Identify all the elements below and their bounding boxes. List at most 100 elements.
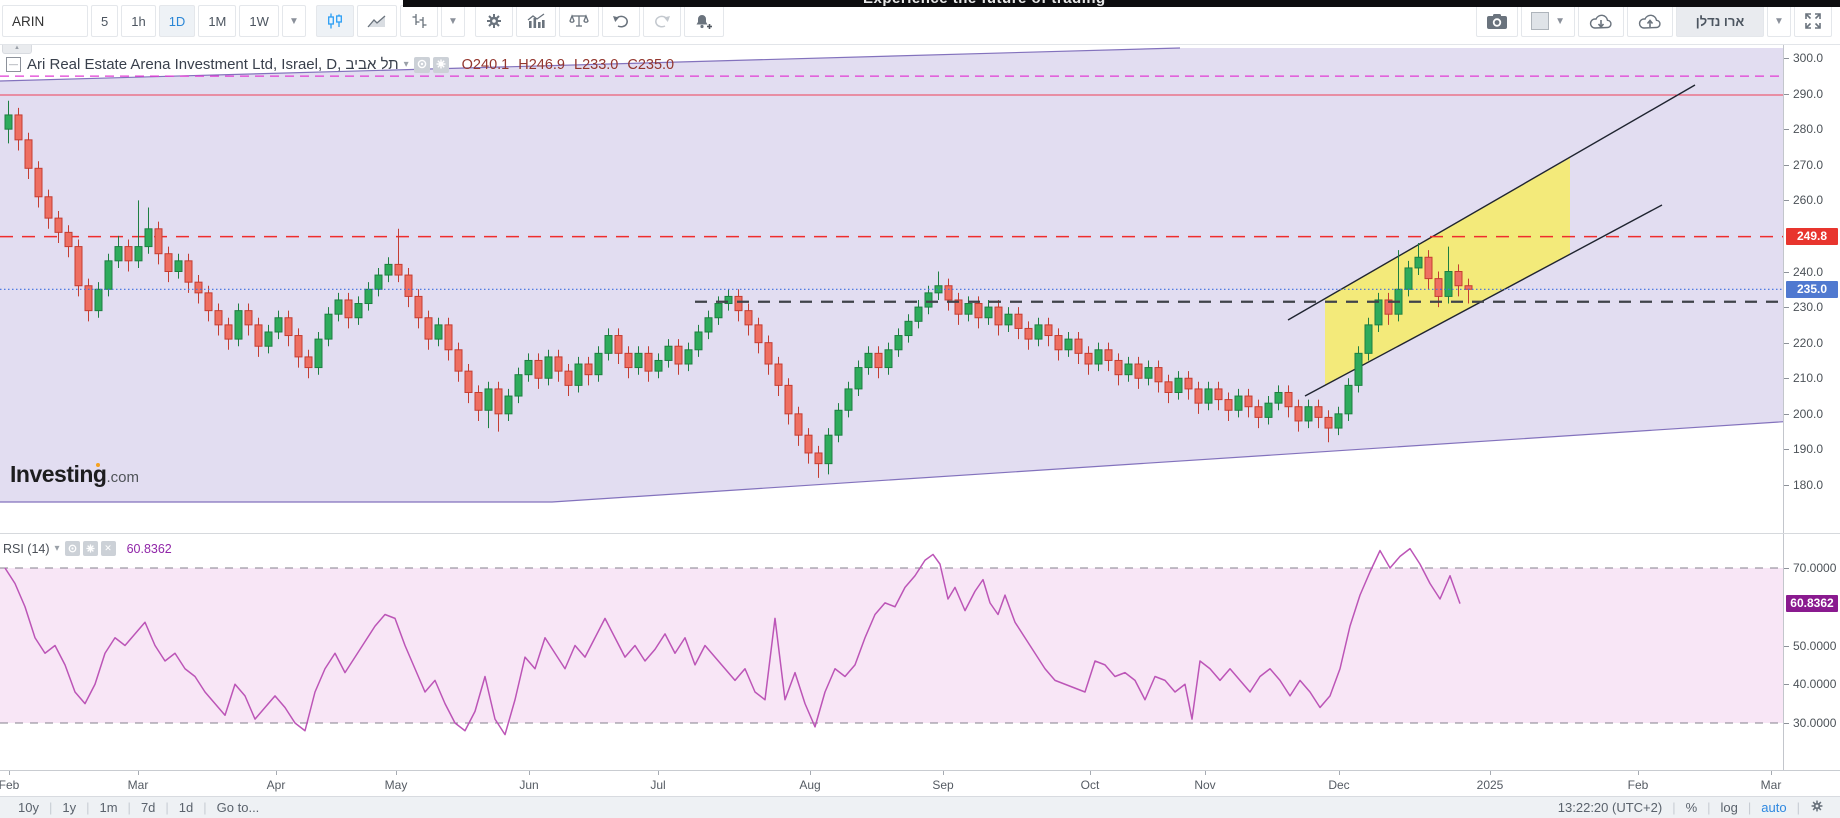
candle-body: [1414, 256, 1423, 269]
candle-body: [1154, 367, 1163, 383]
rsi-settings-button[interactable]: [82, 541, 98, 556]
area-chart-icon: [367, 13, 387, 29]
series-settings-button[interactable]: [432, 56, 449, 73]
price-tick-label: 240.0: [1793, 264, 1824, 279]
bar-style-button[interactable]: [399, 5, 438, 37]
rsi-visibility-button[interactable]: [64, 541, 80, 556]
candle-body: [284, 317, 293, 337]
bottom-toolbar: 10y | 1y | 1m | 7d | 1d | Go to... 13:22:20 (UTC+2…: [0, 796, 1840, 818]
candle-body: [414, 295, 423, 319]
range-button-7d[interactable]: 7d: [131, 800, 165, 815]
range-button-1d[interactable]: 1d: [169, 800, 203, 815]
toolbar-right-group: ▼ ארו נדלן ▼: [1476, 5, 1835, 37]
price-axis[interactable]: 300.0 290.0 280.0 270.0 260.0 240.0 230.0 220.0…: [1783, 44, 1840, 770]
drawing-toolbar-collapse-tab[interactable]: ▲: [2, 44, 32, 54]
time-tick: [943, 771, 944, 775]
candle-body: [1094, 349, 1103, 365]
range-button-1m[interactable]: 1m: [89, 800, 127, 815]
indicators-button[interactable]: [515, 5, 556, 37]
candle-body: [714, 303, 723, 319]
interval-button-1M[interactable]: 1M: [198, 5, 237, 37]
compare-button[interactable]: [558, 5, 599, 37]
rsi-tick-label: 40.0000: [1793, 677, 1837, 692]
toggle-visibility-button[interactable]: [413, 56, 430, 73]
chart-canvas[interactable]: [0, 0, 1840, 817]
add-alert-button[interactable]: [683, 5, 724, 37]
interval-button-5[interactable]: 5: [91, 5, 119, 37]
object-tree-icon[interactable]: —: [6, 57, 21, 72]
time-tick: [658, 771, 659, 775]
saved-chart-name[interactable]: ארו נדלן: [1676, 5, 1764, 37]
rsi-close-button[interactable]: ✕: [100, 541, 116, 556]
candle-body: [904, 320, 913, 337]
candle-body: [1014, 313, 1023, 329]
price-tick-label: 280.0: [1793, 122, 1824, 137]
time-label-Jul: Jul: [650, 778, 666, 792]
time-tick: [1090, 771, 1091, 775]
time-label-Aug: Aug: [799, 778, 821, 792]
percent-scale-toggle[interactable]: %: [1676, 800, 1708, 815]
load-layout-button[interactable]: [1578, 5, 1624, 37]
candle-body: [1224, 399, 1233, 411]
candle-body: [1004, 313, 1013, 326]
interval-group: 5 1h 1D 1M 1W: [91, 5, 282, 37]
candle-body: [874, 352, 883, 369]
style-dropdown-caret[interactable]: ▼: [440, 5, 465, 37]
symbol-input[interactable]: ARIN: [2, 5, 88, 37]
undo-icon: [612, 13, 630, 29]
interval-button-1h[interactable]: 1h: [121, 5, 156, 37]
time-tick: [1771, 771, 1772, 775]
candle-body: [344, 299, 353, 319]
symbol-title[interactable]: Ari Real Estate Arena Investment Ltd, Is…: [27, 56, 399, 73]
candle-body: [304, 356, 313, 369]
candle-body: [624, 352, 633, 369]
candle-body: [44, 196, 53, 219]
eye-icon: [417, 56, 427, 73]
rsi-value: 60.8362: [126, 541, 172, 556]
fullscreen-button[interactable]: [1794, 5, 1832, 37]
time-axis[interactable]: Feb Mar Apr May Jun Jul Aug Sep Oct Nov Dec 2025 Feb…: [0, 770, 1840, 797]
interval-dropdown-caret[interactable]: ▼: [281, 5, 306, 37]
interval-button-1D[interactable]: 1D: [158, 5, 196, 37]
price-tick-label: 220.0: [1793, 335, 1824, 350]
eye-icon: [68, 542, 77, 556]
candle-body: [1044, 324, 1053, 337]
legend-caret-icon[interactable]: ▾: [404, 59, 409, 70]
pane-separator[interactable]: [0, 533, 1840, 534]
save-layout-button[interactable]: [1627, 5, 1673, 37]
redo-button[interactable]: [642, 5, 681, 37]
candle-body: [94, 288, 103, 312]
chart-settings-button[interactable]: [474, 5, 513, 37]
time-tick: [1490, 771, 1491, 775]
range-button-10y[interactable]: 10y: [8, 800, 49, 815]
range-button-1y[interactable]: 1y: [52, 800, 86, 815]
candle-body: [634, 352, 643, 369]
axis-settings-button[interactable]: [1800, 799, 1834, 816]
rsi-tick-dash: [1784, 723, 1789, 724]
candle-body: [54, 217, 63, 233]
undo-button[interactable]: [601, 5, 640, 37]
interval-button-1W[interactable]: 1W: [239, 5, 279, 37]
candle-body: [114, 246, 123, 262]
rsi-band: [0, 568, 1783, 723]
rsi-tick-label: 70.0000: [1793, 561, 1837, 575]
log-scale-toggle[interactable]: log: [1711, 800, 1748, 815]
candle-body: [784, 384, 793, 415]
price-tick-dash: [1784, 449, 1789, 451]
candlestick-style-button[interactable]: [315, 5, 354, 37]
rsi-caret-icon[interactable]: ▾: [55, 543, 60, 554]
candle-body: [4, 114, 13, 130]
area-chart-style-button[interactable]: [356, 5, 397, 37]
snapshot-button[interactable]: [1476, 5, 1519, 37]
auto-scale-toggle[interactable]: auto: [1751, 800, 1796, 815]
candle-body: [164, 253, 173, 272]
clock[interactable]: 13:22:20 (UTC+2): [1548, 800, 1672, 815]
rsi-title[interactable]: RSI (14): [3, 542, 50, 556]
range-button-Goto[interactable]: Go to...: [207, 800, 270, 815]
time-label-Mar: Mar: [1760, 778, 1782, 792]
candle-body: [884, 349, 893, 369]
saved-chart-caret[interactable]: ▼: [1767, 5, 1791, 37]
price-tick-label: 300.0: [1793, 51, 1824, 65]
candle-body: [744, 310, 753, 326]
layout-button[interactable]: ▼: [1521, 5, 1575, 37]
